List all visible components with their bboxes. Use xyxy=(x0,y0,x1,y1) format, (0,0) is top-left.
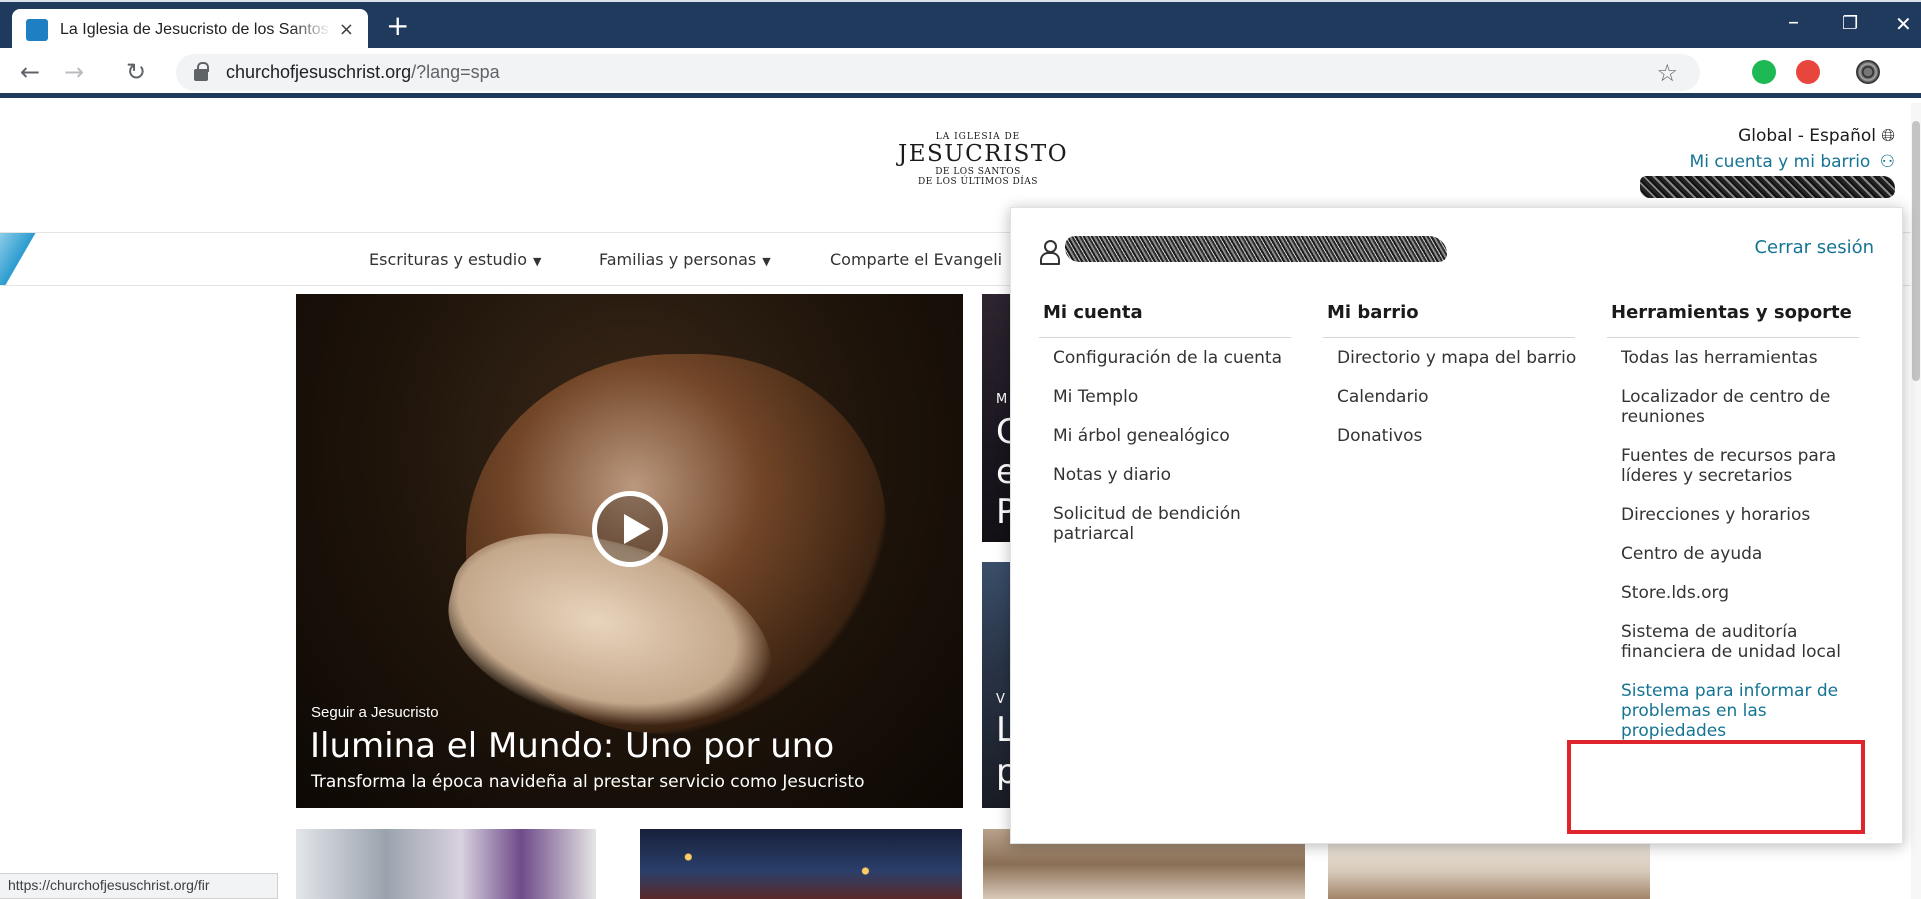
nav-label: Escrituras y estudio xyxy=(369,250,528,269)
link-status-bar: https://churchofjesuschrist.org/fir xyxy=(0,873,278,899)
thumbnail-card-christmas[interactable] xyxy=(640,829,962,899)
highlight-box xyxy=(1567,740,1865,834)
user-icon: ⚇ xyxy=(1879,152,1895,172)
hero-kicker: Seguir a Jesucristo xyxy=(311,704,439,721)
menu-item[interactable]: Localizador de centro de reuniones xyxy=(1621,387,1871,427)
hero-subtitle: Transforma la época navideña al prestar … xyxy=(311,772,865,792)
hero-feature-card[interactable]: Seguir a Jesucristo Ilumina el Mundo: Un… xyxy=(296,294,963,808)
side-card-kicker: M xyxy=(996,392,1008,407)
site-favicon-icon xyxy=(26,18,48,41)
menu-item[interactable]: Store.lds.org xyxy=(1621,583,1871,603)
redacted-account-name xyxy=(1065,236,1447,262)
nav-item-familias[interactable]: Familias y personas ▼ xyxy=(599,250,771,269)
play-video-icon[interactable] xyxy=(592,491,668,567)
chevron-down-icon: ▼ xyxy=(533,255,542,268)
menu-item[interactable]: Sistema de auditoría financiera de unida… xyxy=(1621,622,1871,662)
nav-label: Familias y personas xyxy=(599,250,757,269)
column-heading: Herramientas y soporte xyxy=(1607,302,1859,338)
column-mi-cuenta: Mi cuenta Configuración de la cuenta Mi … xyxy=(1039,302,1307,563)
header-account-area: Global - Español 🌐︎ Mi cuenta y mi barri… xyxy=(1640,126,1895,202)
menu-list: Todas las herramientas Localizador de ce… xyxy=(1607,338,1875,741)
column-heading: Mi cuenta xyxy=(1039,302,1291,338)
column-heading: Mi barrio xyxy=(1323,302,1575,338)
logo-line-3: DE LOS SANTOS xyxy=(935,167,1021,177)
page-scrollbar[interactable] xyxy=(1911,103,1921,899)
redacted-username xyxy=(1640,176,1895,198)
extension-green-icon[interactable] xyxy=(1752,60,1776,84)
extension-red-icon[interactable] xyxy=(1796,60,1820,84)
menu-item-property-issues[interactable]: Sistema para informar de problemas en la… xyxy=(1621,681,1871,741)
reload-icon[interactable]: ↻ xyxy=(126,58,146,86)
account-link-label: Mi cuenta y mi barrio xyxy=(1689,152,1871,172)
menu-item[interactable]: Notas y diario xyxy=(1053,465,1303,485)
logo-line-4: DE LOS ÚLTIMOS DÍAS xyxy=(918,177,1038,187)
profile-avatar[interactable] xyxy=(1856,60,1880,84)
menu-item[interactable]: Mi Templo xyxy=(1053,387,1303,407)
address-bar[interactable]: churchofjesuschrist.org /?lang=spa ☆ xyxy=(176,54,1700,91)
close-tab-icon[interactable]: × xyxy=(339,19,354,40)
menu-item[interactable]: Configuración de la cuenta xyxy=(1053,348,1303,368)
nav-decorative-stripe xyxy=(0,233,48,285)
maximize-button[interactable]: ❐ xyxy=(1842,13,1858,34)
lock-icon xyxy=(194,61,209,81)
menu-item[interactable]: Mi árbol genealógico xyxy=(1053,426,1303,446)
menu-item[interactable]: Directorio y mapa del barrio xyxy=(1337,348,1587,368)
globe-icon: 🌐︎ xyxy=(1881,126,1895,146)
language-label: Global - Español xyxy=(1738,126,1876,146)
menu-list: Configuración de la cuenta Mi Templo Mi … xyxy=(1039,338,1307,544)
column-herramientas: Herramientas y soporte Todas las herrami… xyxy=(1607,302,1875,760)
church-logo[interactable]: LA IGLESIA DE JESUCRISTO DE LOS SANTOS D… xyxy=(898,132,1069,187)
person-icon xyxy=(1039,238,1060,265)
logout-link[interactable]: Cerrar sesión xyxy=(1754,237,1874,258)
menu-list: Directorio y mapa del barrio Calendario … xyxy=(1323,338,1591,446)
browser-toolbar: ← → ↻ churchofjesuschrist.org /?lang=spa… xyxy=(0,48,1921,98)
menu-item[interactable]: Solicitud de bendición patriarcal xyxy=(1053,504,1303,544)
account-menu-link[interactable]: Mi cuenta y mi barrio ⚇ xyxy=(1640,152,1895,172)
nav-item-comparte[interactable]: Comparte el Evangeli xyxy=(830,250,1002,269)
scrollbar-thumb[interactable] xyxy=(1912,121,1920,381)
chevron-down-icon: ▼ xyxy=(762,255,771,268)
hero-title[interactable]: Ilumina el Mundo: Uno por uno xyxy=(310,726,834,766)
url-host: churchofjesuschrist.org xyxy=(226,62,412,82)
close-window-button[interactable]: ✕ xyxy=(1895,12,1912,36)
url-path: /?lang=spa xyxy=(411,62,500,82)
minimize-button[interactable]: – xyxy=(1788,10,1799,35)
new-tab-button[interactable]: + xyxy=(386,12,409,40)
language-selector[interactable]: Global - Español 🌐︎ xyxy=(1640,126,1895,146)
dropdown-header: Cerrar sesión xyxy=(1039,236,1874,266)
bookmark-star-icon[interactable]: ☆ xyxy=(1656,59,1678,87)
side-card-kicker: V xyxy=(996,692,1005,707)
column-mi-barrio: Mi barrio Directorio y mapa del barrio C… xyxy=(1323,302,1591,465)
menu-item[interactable]: Calendario xyxy=(1337,387,1587,407)
back-icon[interactable]: ← xyxy=(20,58,40,86)
browser-tab-bar: La Iglesia de Jesucristo de los Santos d… xyxy=(0,0,1921,50)
logo-line-2: JESUCRISTO xyxy=(898,141,1069,167)
forward-icon[interactable]: → xyxy=(64,58,84,86)
browser-tab[interactable]: La Iglesia de Jesucristo de los Santos d… xyxy=(12,9,368,50)
account-dropdown-panel: Cerrar sesión Mi cuenta Configuración de… xyxy=(1010,207,1903,844)
menu-item[interactable]: Centro de ayuda xyxy=(1621,544,1871,564)
menu-item[interactable]: Donativos xyxy=(1337,426,1587,446)
thumbnail-card-children[interactable] xyxy=(296,829,596,899)
menu-item[interactable]: Direcciones y horarios xyxy=(1621,505,1871,525)
menu-item[interactable]: Fuentes de recursos para líderes y secre… xyxy=(1621,446,1871,486)
menu-item[interactable]: Todas las herramientas xyxy=(1621,348,1871,368)
nav-label: Comparte el Evangeli xyxy=(830,250,1003,269)
nav-item-escrituras[interactable]: Escrituras y estudio ▼ xyxy=(369,250,542,269)
tab-title: La Iglesia de Jesucristo de los Santos d… xyxy=(60,20,331,38)
